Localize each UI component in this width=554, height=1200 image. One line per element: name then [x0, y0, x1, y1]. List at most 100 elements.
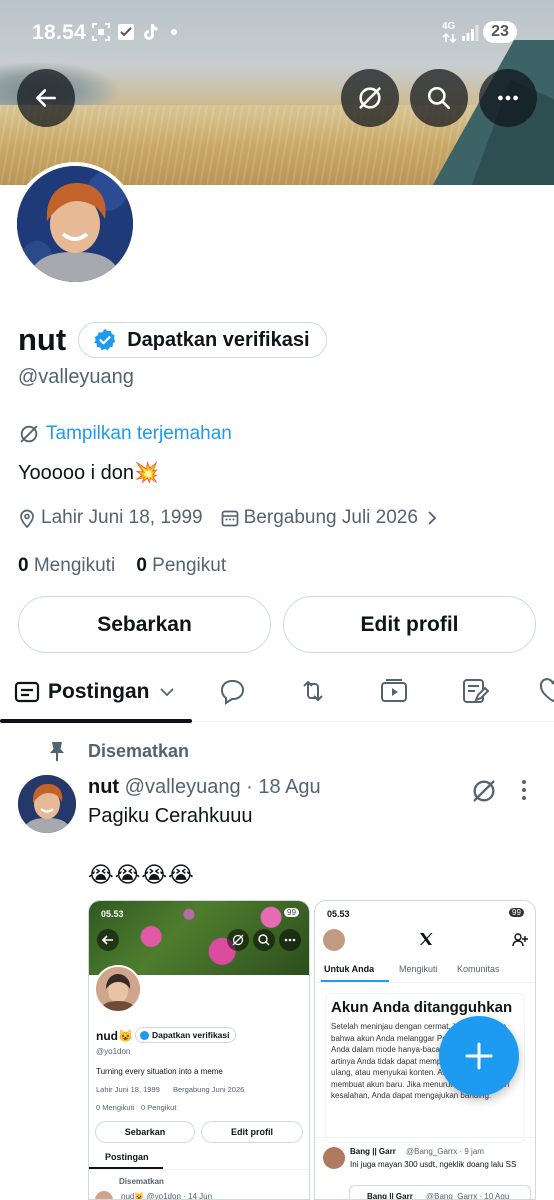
show-translation-link[interactable]: Tampilkan terjemahan: [18, 423, 232, 445]
tab-articles-icon[interactable]: [460, 676, 490, 706]
check-box-icon: [118, 24, 134, 40]
shot2-time: 05.53: [327, 909, 350, 919]
tab-replies-icon[interactable]: [217, 676, 247, 706]
shot1-post-head: nud😺 @yo1don · 14 Jun: [121, 1192, 213, 1200]
tab-likes-icon[interactable]: [538, 676, 554, 706]
shot1-back-icon: [97, 929, 119, 951]
shot2-quote-author: Bang || Garr: [367, 1192, 413, 1200]
shot2-tab-following: Mengikuti: [399, 964, 438, 974]
profile-handle: @valleyuang: [18, 366, 134, 388]
shot1-edit-button: Edit profil: [201, 1121, 303, 1143]
no-translate-icon: [359, 87, 381, 109]
follow-counts: 0 Mengikuti 0 Pengikut: [18, 555, 226, 577]
signal-icon: [462, 25, 479, 41]
translate-header-button[interactable]: [341, 69, 399, 127]
post-date[interactable]: 18 Agu: [258, 776, 320, 798]
pinned-label: Disematkan: [88, 740, 190, 761]
data-arrows-icon: [442, 33, 457, 43]
shot1-handle: @yo1don: [96, 1047, 131, 1056]
profile-bio: Yooooo i don💥: [18, 462, 159, 484]
share-button[interactable]: Sebarkan: [18, 596, 271, 653]
chevron-down-icon[interactable]: [158, 683, 176, 701]
post-more-icon[interactable]: [518, 779, 530, 801]
pinned-indicator: Disematkan: [48, 740, 189, 762]
pin-icon: [50, 742, 64, 761]
shot1-share-button: Sebarkan: [95, 1121, 195, 1143]
screenshot-icon: [92, 23, 110, 41]
shot2-divider: [315, 1137, 535, 1138]
shot2-reply-text: Ini juga mayan 300 usdt, ngeklik doang l…: [350, 1160, 517, 1169]
verified-badge-icon: [94, 329, 116, 351]
show-translation-label: Tampilkan terjemahan: [46, 423, 232, 444]
avatar-photo: [17, 166, 133, 282]
shot1-pinned: Disematkan: [119, 1177, 164, 1186]
shot1-more-icon: [279, 929, 301, 951]
search-button[interactable]: [410, 69, 468, 127]
calendar-icon: [221, 510, 238, 527]
get-verified-label: Dapatkan verifikasi: [127, 328, 310, 351]
translate-icon: [20, 425, 38, 443]
shot1-birthday: Lahir Juni 18, 1999: [96, 1085, 160, 1094]
profile-tabs: Postingan: [0, 662, 554, 723]
post-separator: ·: [246, 776, 253, 798]
shot1-search-icon: [253, 929, 275, 951]
edit-profile-button[interactable]: Edit profil: [283, 596, 536, 653]
shot2-quote-handle: @Bang_Garrx · 10 Agu: [426, 1192, 510, 1200]
status-bar: 18.54 4G 23: [0, 0, 554, 64]
shot1-verify-pill: Dapatkan verifikasi: [135, 1027, 237, 1043]
following-link[interactable]: 0 Mengikuti: [18, 555, 115, 576]
active-tab-indicator: [0, 719, 192, 723]
shot1-battery: 99: [284, 908, 299, 917]
shot1-avatar: [94, 965, 142, 1013]
shot1-tab-posts: Postingan: [105, 1152, 149, 1162]
shot2-add-user-icon: [512, 933, 528, 947]
search-icon: [427, 86, 451, 110]
get-verified-button[interactable]: Dapatkan verifikasi: [78, 322, 327, 358]
birthday-text: Lahir Juni 18, 1999: [41, 507, 203, 528]
battery-level: 23: [483, 21, 517, 43]
posts-icon: [14, 681, 40, 703]
followers-link[interactable]: 0 Pengikut: [136, 555, 226, 576]
tab-reposts-icon[interactable]: [298, 676, 328, 706]
arrow-left-icon: [36, 89, 56, 107]
shot1-joined: Bergabung Juni 2026: [173, 1085, 245, 1094]
joined-text[interactable]: Bergabung Juli 2026: [244, 507, 418, 529]
post-author-name[interactable]: nut: [88, 776, 119, 798]
profile-avatar[interactable]: [13, 162, 137, 286]
post-image-1[interactable]: 05.53 99 nud😺 Dapatkan verifikasi @yo1do…: [88, 900, 310, 1200]
following-label: Mengikuti: [33, 555, 116, 576]
post-author-avatar[interactable]: [18, 775, 76, 833]
shot2-reply-handle: @Bang_Garrx · 9 jam: [406, 1147, 484, 1156]
shot2-battery: 99: [509, 908, 524, 917]
chevron-right-icon[interactable]: [424, 510, 440, 526]
back-button[interactable]: [17, 69, 75, 127]
tiktok-icon: [144, 24, 158, 40]
shot2-tab-divider: [315, 982, 535, 983]
tab-posts[interactable]: Postingan: [0, 662, 192, 723]
network-type: 4G: [442, 21, 456, 32]
post-header: nut @valleyuang · 18 Agu: [88, 776, 321, 799]
profile-name-row: nut Dapatkan verifikasi: [18, 322, 327, 358]
shot2-tab-for-you: Untuk Anda: [324, 964, 375, 974]
shot1-verify-label: Dapatkan verifikasi: [152, 1030, 230, 1040]
plus-icon: [465, 1042, 493, 1070]
shot2-reply-avatar: [323, 1147, 345, 1169]
tab-posts-label: Postingan: [48, 680, 150, 703]
shot2-suspended-title: Akun Anda ditangguhkan: [331, 999, 513, 1016]
status-time: 18.54: [32, 21, 87, 44]
shot1-avatar-photo: [96, 967, 140, 1011]
shot1-name: nud😺: [96, 1029, 133, 1043]
post-translate-icon[interactable]: [470, 777, 498, 805]
compose-post-button[interactable]: [439, 1016, 519, 1096]
shot2-tab-community: Komunitas: [457, 964, 500, 974]
profile-meta: Lahir Juni 18, 1999 Bergabung Juli 2026: [18, 507, 445, 529]
tab-media-icon[interactable]: [379, 676, 409, 706]
shot2-avatar: [323, 929, 345, 951]
more-options-button[interactable]: [479, 69, 537, 127]
shot1-following: 0 Mengikuti: [96, 1103, 135, 1112]
shot1-time: 05.53: [101, 909, 124, 919]
post-author-handle[interactable]: @valleyuang: [125, 776, 241, 798]
more-horizontal-icon: [498, 95, 518, 101]
shot1-translate-icon: [227, 929, 249, 951]
profile-name: nut: [18, 322, 67, 357]
